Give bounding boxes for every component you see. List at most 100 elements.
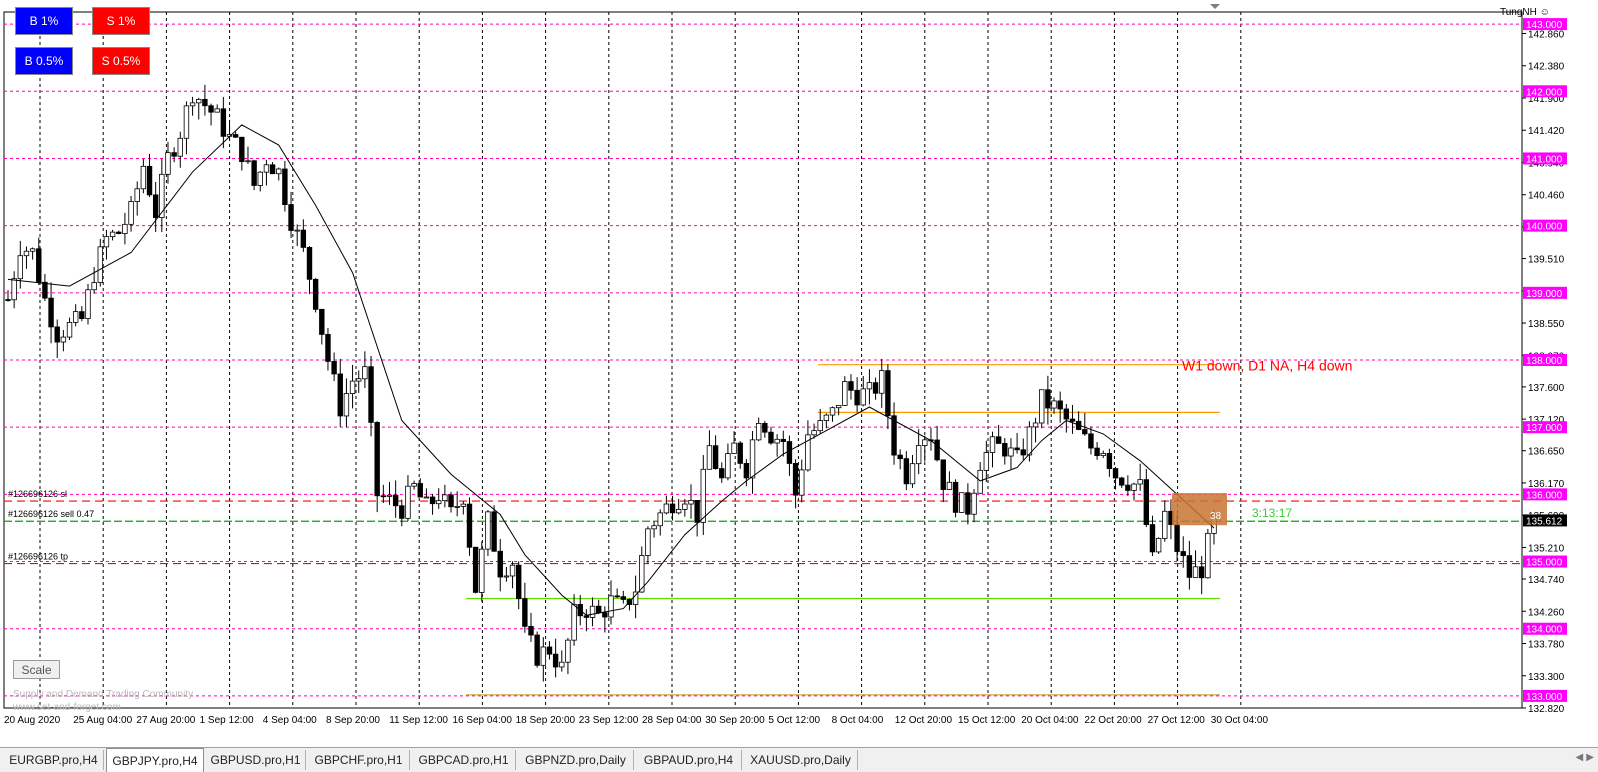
candle-body	[23, 250, 30, 257]
candle-body	[177, 137, 183, 157]
candle-body	[965, 492, 971, 515]
candle-body	[922, 439, 928, 446]
level-price-label: 142.000	[1526, 87, 1563, 98]
candle-body	[411, 483, 417, 487]
candle-body	[848, 381, 854, 391]
level-price-label: 141.000	[1526, 154, 1563, 165]
x-tick-label: 1 Sep 12:00	[200, 715, 254, 726]
candle-body	[983, 452, 990, 471]
tab-gbpcad[interactable]: GBPCAD.pro,H1	[412, 750, 516, 770]
tab-gbpchf[interactable]: GBPCHF.pro,H1	[308, 750, 410, 770]
tab-gbpusd[interactable]: GBPUSD.pro,H1	[206, 750, 306, 770]
tab-scroll-arrows[interactable]: ◀ ▶	[1575, 752, 1594, 763]
candle-body	[559, 661, 565, 668]
candle-body	[288, 204, 294, 231]
candle-body	[995, 436, 1002, 444]
candle-body	[977, 469, 983, 494]
candle-body	[1002, 443, 1008, 457]
candle-body	[399, 505, 405, 519]
candle-body	[516, 564, 522, 600]
tab-gbpjpy[interactable]: GBPJPY.pro,H4	[106, 748, 204, 772]
candle-body	[282, 168, 288, 205]
candle-body	[66, 321, 73, 338]
order-label-sl: #126696126 sl	[8, 489, 67, 499]
candle-body	[712, 445, 719, 470]
candle-body	[952, 481, 959, 513]
x-tick-label: 18 Sep 20:00	[516, 715, 576, 726]
candle-body	[1106, 452, 1113, 469]
candle-body	[485, 511, 491, 550]
x-tick-label: 20 Oct 04:00	[1021, 715, 1079, 726]
candle-body	[768, 431, 774, 444]
candle-body	[675, 508, 682, 514]
candle-body	[503, 575, 510, 578]
candle-body	[442, 494, 448, 502]
candle-body	[85, 289, 91, 319]
candle-body	[116, 231, 122, 234]
sell-half-pct-button[interactable]: S 0.5%	[92, 47, 150, 75]
candle-body	[300, 229, 307, 248]
tab-gbpnzd[interactable]: GBPNZD.pro,Daily	[518, 750, 634, 770]
candle-body	[1069, 418, 1076, 422]
candle-body	[534, 634, 540, 666]
candle-body	[823, 414, 830, 421]
candle-body	[1155, 538, 1162, 553]
candle-body	[208, 105, 214, 113]
buy-half-pct-button[interactable]: B 0.5%	[15, 47, 73, 75]
candle-body	[1039, 389, 1045, 424]
sell-1pct-button[interactable]: S 1%	[92, 7, 150, 35]
x-tick-label: 12 Oct 20:00	[895, 715, 953, 726]
symbol-tab-bar: EURGBP.pro,H4 GBPJPY.pro,H4 GBPUSD.pro,H…	[0, 747, 1598, 772]
buy-1pct-button[interactable]: B 1%	[15, 7, 73, 35]
candle-body	[109, 231, 116, 238]
order-label-entry: #126696126 sell 0.47	[8, 509, 94, 519]
level-price-label: 133.000	[1526, 692, 1563, 703]
candle-body	[325, 333, 331, 362]
candle-body	[1174, 524, 1180, 552]
candle-body	[48, 297, 54, 328]
candle-body	[1063, 408, 1070, 420]
candle-body	[1131, 483, 1137, 491]
y-tick-label: 142.860	[1528, 29, 1565, 40]
level-price-label: 136.000	[1526, 490, 1563, 501]
scale-button[interactable]: Scale	[13, 660, 60, 679]
tab-gbpaud[interactable]: GBPAUD.pro,H4	[636, 750, 742, 770]
candle-body	[1020, 449, 1026, 456]
candle-body	[497, 550, 503, 578]
y-tick-label: 137.600	[1528, 383, 1565, 394]
candle-body	[183, 105, 190, 139]
candle-body	[1143, 479, 1150, 525]
candle-body	[657, 512, 663, 527]
candle-body	[872, 382, 879, 394]
candle-body	[429, 496, 436, 505]
candle-body	[1186, 555, 1193, 578]
candle-body	[971, 492, 977, 515]
candle-body	[934, 439, 940, 461]
candle-body	[257, 171, 263, 186]
candle-body	[5, 299, 11, 301]
candle-body	[719, 468, 725, 479]
candle-body	[940, 459, 946, 490]
candle-body	[1082, 429, 1088, 435]
shift-marker-icon	[1210, 4, 1220, 9]
candle-body	[799, 469, 805, 496]
price-chart[interactable]: 20 Aug 2020 25 Aug 04:00 27 Aug 20:00 1 Sep…	[0, 0, 1598, 772]
y-tick-label: 133.780	[1528, 640, 1565, 651]
candle-body	[466, 503, 473, 548]
tab-xauusd[interactable]: XAUUSD.pro,Daily	[744, 750, 858, 770]
current-price-label: 135.612	[1526, 516, 1563, 527]
candle-body	[989, 436, 996, 453]
candle-body	[1051, 400, 1057, 409]
candle-body	[356, 378, 362, 382]
candle-body	[17, 255, 24, 280]
y-tick-label: 135.210	[1528, 543, 1565, 554]
tab-eurgbp[interactable]: EURGBP.pro,H4	[4, 750, 104, 770]
candle-body	[294, 229, 300, 232]
watermark-url: www.set-and-forget.com	[13, 702, 121, 713]
candle-body	[448, 494, 454, 508]
y-tick-label: 139.510	[1528, 255, 1565, 266]
candle-body	[72, 311, 79, 323]
x-tick-label: 23 Sep 12:00	[579, 715, 639, 726]
candle-body	[786, 441, 793, 464]
bias-annotation: W1 down, D1 NA, H4 down	[1182, 358, 1352, 374]
